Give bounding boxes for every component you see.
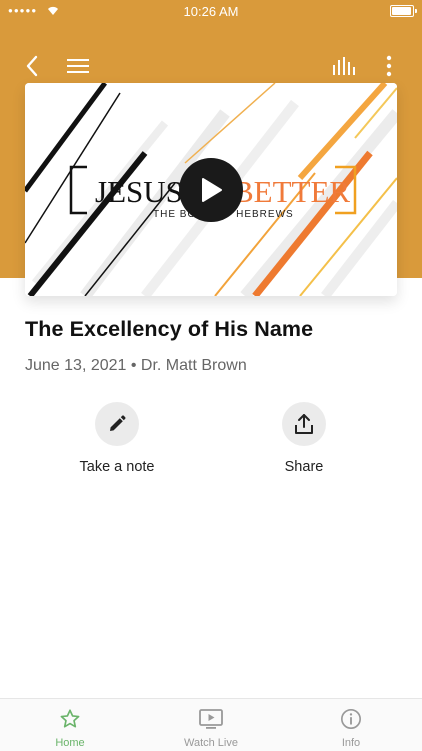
artwork-title-right: BETTER [233,174,350,209]
take-note-button[interactable]: Take a note [47,402,187,475]
tv-play-icon [199,709,223,729]
share-button[interactable]: Share [234,402,374,475]
sermon-title: The Excellency of His Name [25,317,314,341]
info-icon [341,709,361,729]
chevron-left-icon [26,55,38,77]
play-button[interactable] [179,158,243,222]
tab-home-label: Home [55,737,85,749]
hamburger-menu-icon [67,59,89,73]
status-bar: ●●●●● 10:26 AM [0,0,422,22]
back-button[interactable] [14,52,50,80]
audio-bars-icon [333,57,355,75]
share-label: Share [284,459,324,475]
star-icon [60,709,80,728]
artwork-title-left: JESUS [95,174,183,209]
more-vertical-icon [386,55,392,77]
tab-info-label: Info [341,737,361,749]
tab-watch-live[interactable]: Watch Live [141,699,281,751]
menu-button[interactable] [62,52,94,80]
take-note-circle[interactable] [95,402,139,446]
take-note-label: Take a note [79,459,155,475]
tab-home[interactable]: Home [0,699,140,751]
tab-info[interactable]: Info [281,699,421,751]
tab-watch-live-label: Watch Live [183,737,238,749]
status-time: 10:26 AM [183,4,239,19]
sermon-video-card[interactable]: JESUS IS BETTER THE BOOK OF HEBREWS [25,83,397,296]
bottom-tab-bar: Home Watch Live Info [0,698,422,751]
share-circle[interactable] [282,402,326,446]
share-icon [295,414,313,434]
audio-button[interactable] [328,52,360,80]
battery-icon [390,5,417,17]
pencil-icon [110,415,126,431]
play-icon [202,178,222,202]
more-options-button[interactable] [374,52,404,80]
sermon-meta: June 13, 2021 • Dr. Matt Brown [25,357,247,374]
